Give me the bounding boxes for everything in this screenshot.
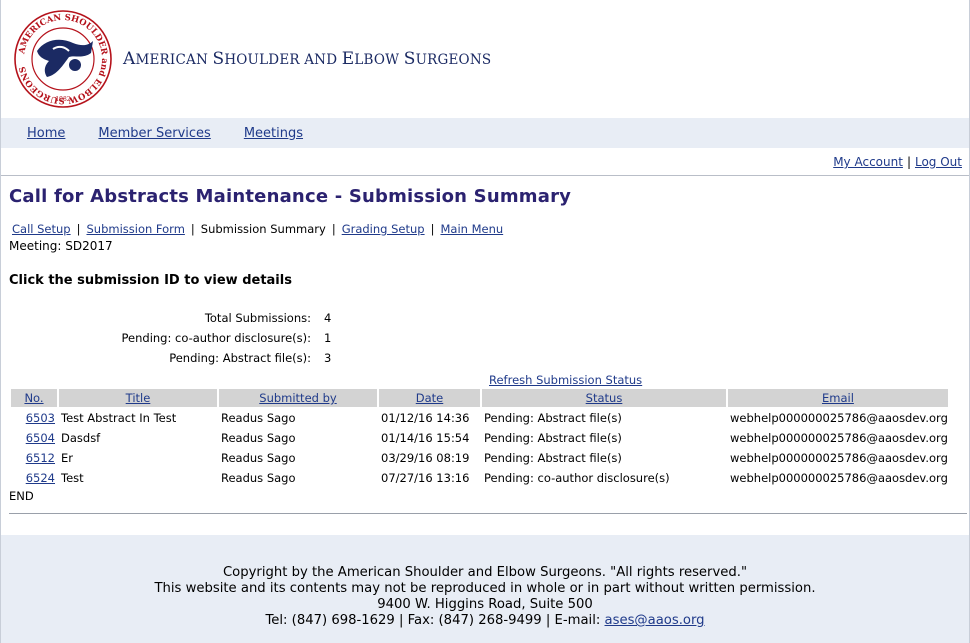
submission-id-link[interactable]: 6503 xyxy=(26,411,55,425)
org-name-s2: SURGEONS xyxy=(403,49,492,69)
my-account-link[interactable]: My Account xyxy=(833,155,903,169)
stat-value: 3 xyxy=(324,351,332,365)
stat-label: Total Submissions: xyxy=(204,311,311,325)
subnav-call-setup[interactable]: Call Setup xyxy=(12,222,71,236)
cell-no: 6524 xyxy=(11,469,57,487)
cell-submitted-by: Readus Sago xyxy=(221,471,296,485)
cell-no: 6503 xyxy=(11,409,57,427)
cell-date: 07/27/16 13:16 xyxy=(381,471,470,485)
sort-status-link[interactable]: Status xyxy=(586,391,623,405)
cell-status: Pending: co-author disclosure(s) xyxy=(484,471,670,485)
submission-id-link[interactable]: 6524 xyxy=(26,471,55,485)
log-out-link[interactable]: Log Out xyxy=(915,155,962,169)
cell-status: Pending: Abstract file(s) xyxy=(484,411,622,425)
cell-title: Dasdsf xyxy=(61,431,101,445)
sort-date-link[interactable]: Date xyxy=(416,391,444,405)
site-header: AMERICAN SHOULDER and ELBOW SURGEONS 198… xyxy=(1,0,969,118)
footer-copyright: Copyright by the American Shoulder and E… xyxy=(222,565,748,580)
org-name-a: AMERICAN xyxy=(123,49,213,69)
nav-member-services[interactable]: Member Services xyxy=(98,126,210,141)
stat-label: Pending: Abstract file(s): xyxy=(169,351,311,365)
submission-id-link[interactable]: 6504 xyxy=(26,431,55,445)
cell-date: 03/29/16 08:19 xyxy=(381,451,470,465)
stat-row: Pending: Abstract file(s): 3 xyxy=(9,348,961,368)
col-header-email: Email xyxy=(728,389,948,407)
org-name-e: ELBOW xyxy=(341,49,404,69)
refresh-row: Refresh Submission Status xyxy=(9,373,961,387)
content-divider xyxy=(9,513,967,514)
sub-navigation: Call Setup | Submission Form | Submission Su… xyxy=(9,222,961,236)
col-header-submitted-by: Submitted by xyxy=(219,389,377,407)
table-row: 6512 Er Readus Sago 03/29/16 08:19 Pendi… xyxy=(11,449,948,467)
main-nav: Home Member Services Meetings xyxy=(1,118,969,148)
cell-title: Test Abstract In Test xyxy=(61,411,177,425)
subnav-separator: | xyxy=(190,222,195,236)
col-header-date: Date xyxy=(379,389,480,407)
submission-id-link[interactable]: 6512 xyxy=(26,451,55,465)
table-header-row: No. Title Submitted by Date Status Email xyxy=(11,389,948,407)
end-marker: END xyxy=(9,489,34,503)
subnav-submission-form[interactable]: Submission Form xyxy=(86,222,184,236)
cell-no: 6504 xyxy=(11,429,57,447)
subnav-separator: | xyxy=(331,222,336,236)
cell-title: Er xyxy=(61,451,73,465)
header-divider xyxy=(1,175,969,176)
account-links: My Account | Log Out xyxy=(1,148,969,175)
cell-no: 6512 xyxy=(11,449,57,467)
cell-email: webhelp000000025786@aaosdev.org xyxy=(730,431,948,445)
submission-stats: Total Submissions: 4 Pending: co-author … xyxy=(9,308,961,368)
sort-submitted-by-link[interactable]: Submitted by xyxy=(259,391,336,405)
footer-contact-text: Tel: (847) 698-1629 | Fax: (847) 268-949… xyxy=(265,613,605,628)
col-header-status: Status xyxy=(482,389,726,407)
refresh-status-link[interactable]: Refresh Submission Status xyxy=(489,373,642,387)
cell-submitted-by: Readus Sago xyxy=(221,431,296,445)
cell-date: 01/14/16 15:54 xyxy=(381,431,470,445)
cell-email: webhelp000000025786@aaosdev.org xyxy=(730,411,948,425)
col-header-title: Title xyxy=(59,389,217,407)
table-row: 6503 Test Abstract In Test Readus Sago 0… xyxy=(11,409,948,427)
footer-address: 9400 W. Higgins Road, Suite 500 xyxy=(377,597,593,612)
cell-submitted-by: Readus Sago xyxy=(221,411,296,425)
site-footer: Copyright by the American Shoulder and E… xyxy=(1,535,969,643)
stat-label: Pending: co-author disclosure(s): xyxy=(121,331,312,345)
stat-row: Pending: co-author disclosure(s): 1 xyxy=(9,328,961,348)
subnav-main-menu[interactable]: Main Menu xyxy=(440,222,503,236)
meeting-label: Meeting: SD2017 xyxy=(9,239,113,253)
org-name: AMERICAN SHOULDER AND ELBOW SURGEONS xyxy=(123,49,491,69)
stat-row: Total Submissions: 4 xyxy=(9,308,961,328)
subnav-grading-setup[interactable]: Grading Setup xyxy=(342,222,425,236)
cell-status: Pending: Abstract file(s) xyxy=(484,451,622,465)
page-title: Call for Abstracts Maintenance - Submiss… xyxy=(9,186,572,207)
stat-value: 4 xyxy=(324,311,332,325)
cell-title: Test xyxy=(61,471,84,485)
instruction-text: Click the submission ID to view details xyxy=(9,273,292,288)
sort-email-link[interactable]: Email xyxy=(822,391,854,405)
col-header-no: No. xyxy=(11,389,57,407)
sort-title-link[interactable]: Title xyxy=(126,391,151,405)
cell-date: 01/12/16 14:36 xyxy=(381,411,470,425)
logo-year: 1982 xyxy=(55,96,70,103)
sort-no-link[interactable]: No. xyxy=(24,391,43,405)
ases-logo[interactable]: AMERICAN SHOULDER and ELBOW SURGEONS 198… xyxy=(13,9,113,109)
submissions-table: No. Title Submitted by Date Status Email… xyxy=(9,387,950,489)
table-row: 6504 Dasdsf Readus Sago 01/14/16 15:54 P… xyxy=(11,429,948,447)
cell-email: webhelp000000025786@aaosdev.org xyxy=(730,471,948,485)
account-separator: | xyxy=(906,155,911,169)
stat-value: 1 xyxy=(324,331,332,345)
cell-submitted-by: Readus Sago xyxy=(221,451,296,465)
org-name-s: SHOULDER AND xyxy=(212,49,342,69)
footer-email-link[interactable]: ases@aaos.org xyxy=(605,613,705,628)
nav-home[interactable]: Home xyxy=(27,126,65,141)
cell-email: webhelp000000025786@aaosdev.org xyxy=(730,451,948,465)
cell-status: Pending: Abstract file(s) xyxy=(484,431,622,445)
main-content: Call for Abstracts Maintenance - Submiss… xyxy=(1,186,969,514)
subnav-submission-summary: Submission Summary xyxy=(200,222,326,236)
subnav-separator: | xyxy=(430,222,435,236)
subnav-separator: | xyxy=(76,222,81,236)
table-row: 6524 Test Readus Sago 07/27/16 13:16 Pen… xyxy=(11,469,948,487)
footer-notice: This website and its contents may not be… xyxy=(154,581,816,596)
nav-meetings[interactable]: Meetings xyxy=(244,126,303,141)
footer-contact: Tel: (847) 698-1629 | Fax: (847) 268-949… xyxy=(1,613,969,629)
